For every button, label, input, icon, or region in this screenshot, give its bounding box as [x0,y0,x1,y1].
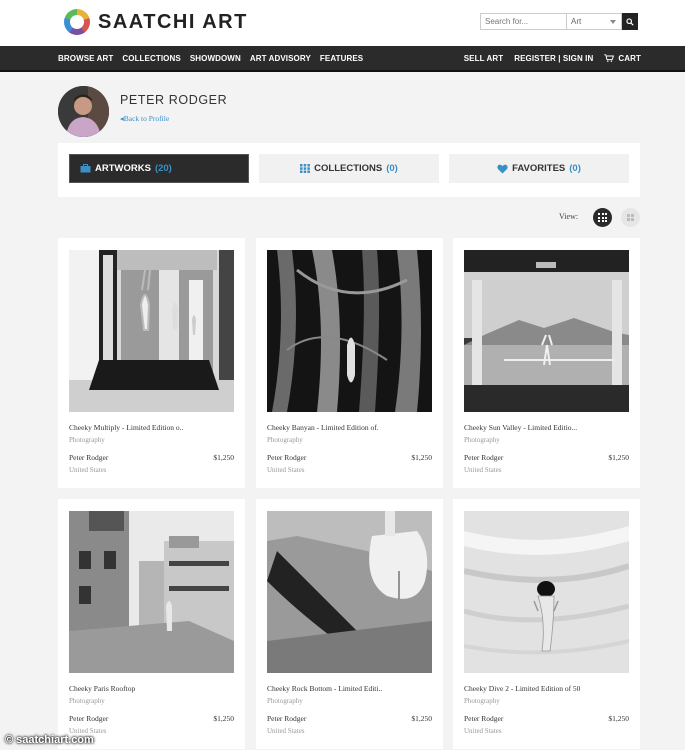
artwork-card[interactable]: Cheeky Rock Bottom - Limited Editi.. Pho… [256,499,443,749]
nav-right: SELL ART REGISTER | SIGN IN CART [464,46,641,70]
artwork-image[interactable] [464,250,629,412]
tab-favorites-label: FAVORITES [512,163,566,174]
view-large-button[interactable] [621,208,640,227]
artwork-artist[interactable]: Peter Rodger [464,453,503,462]
artwork-category: Photography [267,697,303,705]
artwork-price: $1,250 [608,714,629,723]
artwork-card[interactable]: Cheeky Multiply - Limited Edition o.. Ph… [58,238,245,488]
artwork-price: $1,250 [213,453,234,462]
artwork-price: $1,250 [608,453,629,462]
nav-sell-art[interactable]: SELL ART [464,54,503,63]
search-bar: Art [480,13,638,30]
artwork-artist[interactable]: Peter Rodger [267,714,306,723]
grid-icon [300,164,311,173]
artwork-artist[interactable]: Peter Rodger [267,453,306,462]
search-input[interactable] [480,13,567,30]
artwork-card[interactable]: Cheeky Dive 2 - Limited Edition of 50 Ph… [453,499,640,749]
artwork-country: United States [464,466,502,474]
artwork-price: $1,250 [213,714,234,723]
artwork-image[interactable] [267,511,432,673]
tab-favorites[interactable]: FAVORITES (0) [449,154,629,183]
grid-view-icon [598,213,607,222]
logo-ring-icon [64,9,90,35]
tab-collections-count: (0) [386,163,398,174]
artwork-title[interactable]: Cheeky Paris Rooftop [69,684,135,693]
large-grid-view-icon [627,214,634,221]
artwork-category: Photography [464,436,500,444]
back-link-label: Back to Profile [123,114,170,123]
artwork-country: United States [69,466,107,474]
nav-art-advisory[interactable]: ART ADVISORY [250,54,311,63]
artwork-artist[interactable]: Peter Rodger [69,453,108,462]
nav-register-signin[interactable]: REGISTER | SIGN IN [514,54,593,63]
artwork-title[interactable]: Cheeky Dive 2 - Limited Edition of 50 [464,684,580,693]
search-button[interactable] [622,13,638,30]
artwork-title[interactable]: Cheeky Rock Bottom - Limited Editi.. [267,684,382,693]
chevron-down-icon [610,20,616,24]
artwork-price: $1,250 [411,714,432,723]
nav-features[interactable]: FEATURES [320,54,363,63]
nav-collections[interactable]: COLLECTIONS [122,54,180,63]
artwork-country: United States [267,727,305,735]
nav-left: BROWSE ART COLLECTIONS SHOWDOWN ART ADVI… [58,46,363,70]
artwork-artist[interactable]: Peter Rodger [69,714,108,723]
artwork-country: United States [464,727,502,735]
artwork-image[interactable] [464,511,629,673]
search-icon [626,17,634,26]
artwork-artist[interactable]: Peter Rodger [464,714,503,723]
artwork-card[interactable]: Cheeky Paris Rooftop Photography Peter R… [58,499,245,749]
site-header: SAATCHI ART Art [0,0,685,46]
nav-cart[interactable]: CART [604,54,641,63]
site-logo[interactable]: SAATCHI ART [64,9,248,35]
artwork-title[interactable]: Cheeky Banyan - Limited Edition of. [267,423,379,432]
tab-artworks-label: ARTWORKS [95,163,151,174]
briefcase-icon [80,164,91,173]
heart-icon [497,164,508,174]
avatar[interactable] [58,86,109,137]
main-nav: BROWSE ART COLLECTIONS SHOWDOWN ART ADVI… [0,46,685,72]
artwork-image[interactable] [69,511,234,673]
artwork-image[interactable] [69,250,234,412]
tab-collections[interactable]: COLLECTIONS (0) [259,154,439,183]
artwork-card[interactable]: Cheeky Sun Valley - Limited Editio... Ph… [453,238,640,488]
nav-showdown[interactable]: SHOWDOWN [190,54,241,63]
artwork-category: Photography [267,436,303,444]
artwork-price: $1,250 [411,453,432,462]
artwork-title[interactable]: Cheeky Sun Valley - Limited Editio... [464,423,577,432]
artwork-image[interactable] [267,250,432,412]
cart-icon [604,54,615,62]
cart-label: CART [618,53,641,63]
logo-text: SAATCHI ART [98,10,248,33]
artwork-country: United States [267,466,305,474]
artwork-title[interactable]: Cheeky Multiply - Limited Edition o.. [69,423,183,432]
nav-browse-art[interactable]: BROWSE ART [58,54,113,63]
artwork-category: Photography [69,697,105,705]
search-category-value: Art [571,17,582,26]
view-grid-button[interactable] [593,208,612,227]
view-label: View: [559,212,579,221]
back-to-profile-link[interactable]: ◂Back to Profile [120,114,169,123]
artwork-category: Photography [69,436,105,444]
tab-collections-label: COLLECTIONS [314,163,383,174]
tab-artworks-count: (20) [154,163,172,174]
tab-artworks[interactable]: ARTWORKS (20) [69,154,249,183]
tabs-panel: ARTWORKS (20) COLLECTIONS (0) FAVORITES … [58,143,640,197]
profile-name: PETER RODGER [120,93,228,107]
artwork-category: Photography [464,697,500,705]
tab-favorites-count: (0) [569,163,581,174]
watermark: © saatchiart.com [5,734,94,746]
avatar-photo [58,86,109,137]
search-category-select[interactable]: Art [567,13,622,30]
artwork-card[interactable]: Cheeky Banyan - Limited Edition of. Phot… [256,238,443,488]
